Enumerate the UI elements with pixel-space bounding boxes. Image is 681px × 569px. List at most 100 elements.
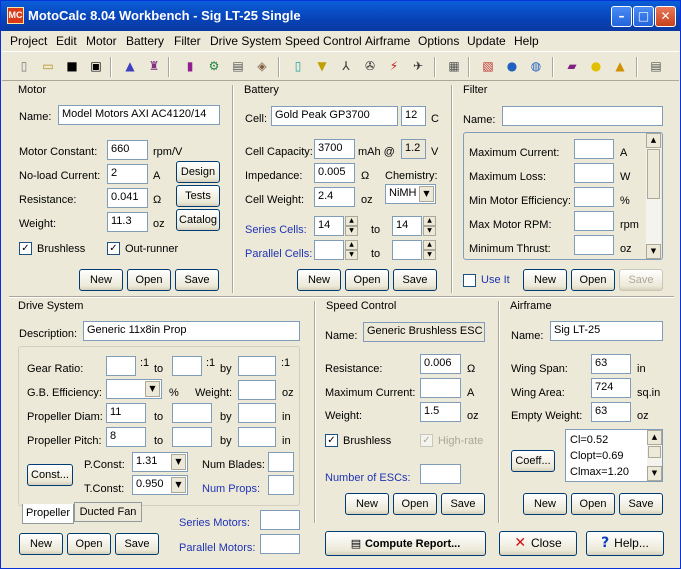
menu-help[interactable]: Help	[514, 34, 539, 48]
spin-down-icon[interactable]: ▼	[345, 226, 358, 236]
battery-icon[interactable]: ▯	[290, 58, 306, 74]
save-as-icon[interactable]: ▣	[88, 58, 104, 74]
esc-resistance-field[interactable]: 0.006	[420, 354, 461, 374]
tip-icon[interactable]: ●	[588, 58, 604, 74]
filter-new-button[interactable]: New	[523, 269, 567, 291]
tconst-dropdown[interactable]: 0.950 ▼	[132, 475, 188, 495]
impedance-field[interactable]: 0.005	[314, 163, 355, 183]
parallel-cells-to-field[interactable]	[392, 240, 422, 260]
exit-icon[interactable]: ▤	[648, 58, 664, 74]
filter-criteria-field[interactable]	[574, 163, 614, 183]
gear-ratio-field[interactable]	[106, 356, 136, 376]
scroll-up-icon[interactable]: ▲	[646, 133, 661, 148]
series-cells-from-field[interactable]: 14	[314, 216, 344, 236]
prop-diameter-by-field[interactable]	[238, 403, 276, 423]
filter-open-button[interactable]: Open	[571, 269, 615, 291]
menu-motor[interactable]: Motor	[86, 34, 117, 48]
filter-scrollbar[interactable]: ▲ ▼	[646, 133, 661, 259]
airplane-icon[interactable]: ✈	[410, 58, 426, 74]
coeff-button[interactable]: Coeff...	[511, 450, 555, 472]
wing-span-field[interactable]: 63	[591, 354, 631, 374]
airframe-save-button[interactable]: Save	[619, 493, 663, 515]
chevron-down-icon[interactable]: ▼	[419, 186, 434, 202]
airframe-new-button[interactable]: New	[523, 493, 567, 515]
spin-up-icon[interactable]: ▲	[423, 240, 436, 250]
motor-new-button[interactable]: New	[79, 269, 123, 291]
gear-ratio-to-field[interactable]	[172, 356, 202, 376]
new-doc-icon[interactable]: ▯	[16, 58, 32, 74]
battery-save-button[interactable]: Save	[393, 269, 437, 291]
esc-new-button[interactable]: New	[345, 493, 389, 515]
esc-open-button[interactable]: Open	[393, 493, 437, 515]
tab-ducted-fan[interactable]: Ducted Fan	[74, 502, 142, 522]
prop-pitch-by-field[interactable]	[238, 427, 276, 447]
cell-weight-field[interactable]: 2.4	[314, 187, 355, 207]
spin-down-icon[interactable]: ▼	[423, 250, 436, 260]
series-motors-field[interactable]	[260, 510, 300, 530]
menu-project[interactable]: Project	[10, 34, 47, 48]
battery-open-button[interactable]: Open	[345, 269, 389, 291]
series-cells-to-field[interactable]: 14	[392, 216, 422, 236]
minimize-button[interactable]: –	[611, 6, 632, 27]
gb-weight-field[interactable]	[238, 380, 276, 400]
filter-name-field[interactable]	[502, 106, 663, 126]
fan-icon[interactable]: ✇	[362, 58, 378, 74]
prop-diameter-field[interactable]: 11	[106, 403, 146, 423]
resistance-field[interactable]: 0.041	[107, 188, 148, 208]
use-it-checkbox[interactable]	[463, 274, 476, 287]
esc-brushless-checkbox[interactable]: ✓	[325, 434, 338, 447]
scroll-down-icon[interactable]: ▼	[647, 466, 662, 481]
spin-down-icon[interactable]: ▼	[345, 250, 358, 260]
motor-name-field[interactable]: Model Motors AXI AC4120/14	[58, 105, 220, 125]
noload-current-field[interactable]: 2	[107, 164, 148, 184]
parallel-cells-to-spinner[interactable]: ▲ ▼	[423, 240, 436, 260]
spin-up-icon[interactable]: ▲	[345, 216, 358, 226]
cell-capacity-field[interactable]: 3700	[314, 139, 355, 159]
menu-filter[interactable]: Filter	[174, 34, 201, 48]
esc-icon[interactable]: ⚡	[386, 58, 402, 74]
menu-airframe[interactable]: Airframe	[365, 34, 410, 48]
num-props-field[interactable]	[268, 475, 294, 495]
help-button[interactable]: ? Help...	[586, 531, 664, 556]
title-bar[interactable]: MC MotoCalc 8.04 Workbench - Sig LT-25 S…	[1, 1, 680, 31]
parallel-cells-from-spinner[interactable]: ▲ ▼	[345, 240, 358, 260]
globe2-icon[interactable]: ◍	[528, 58, 544, 74]
battery-pack-icon[interactable]: ▮	[182, 58, 198, 74]
chevron-down-icon[interactable]: ▼	[145, 381, 160, 397]
filter-criteria-field[interactable]	[574, 211, 614, 231]
high-rate-checkbox[interactable]: ✓	[420, 434, 433, 447]
spin-up-icon[interactable]: ▲	[423, 216, 436, 226]
menu-options[interactable]: Options	[418, 34, 459, 48]
gb-efficiency-dropdown[interactable]: ▼	[106, 379, 162, 399]
prop-diameter-to-field[interactable]	[172, 403, 212, 423]
filter-criteria-field[interactable]	[574, 235, 614, 255]
motor-constant-field[interactable]: 660	[107, 140, 148, 160]
motor-bench-icon[interactable]: ♜	[146, 58, 162, 74]
empty-weight-field[interactable]: 63	[591, 402, 631, 422]
report-icon[interactable]: ▦	[446, 58, 462, 74]
cell-voltage-field[interactable]: 1.2	[401, 139, 426, 159]
globe-icon[interactable]: ●	[504, 58, 520, 74]
menu-speed-control[interactable]: Speed Control	[285, 34, 362, 48]
chemistry-dropdown[interactable]: NiMH ▼	[385, 184, 436, 204]
pconst-dropdown[interactable]: 1.31 ▼	[132, 452, 188, 472]
warning-icon[interactable]: ▲	[612, 58, 628, 74]
num-blades-field[interactable]	[268, 452, 294, 472]
series-cells-to-spinner[interactable]: ▲ ▼	[423, 216, 436, 236]
menu-battery[interactable]: Battery	[126, 34, 164, 48]
brushless-checkbox[interactable]: ✓	[19, 242, 32, 255]
motor-design-button[interactable]: Design	[176, 161, 220, 183]
num-escs-field[interactable]	[420, 464, 461, 484]
graph-icon[interactable]: ▧	[480, 58, 496, 74]
prop-const-button[interactable]: Const...	[27, 464, 73, 486]
airframe-name-field[interactable]: Sig LT-25	[550, 321, 663, 341]
esc-name-field[interactable]: Generic Brushless ESC	[363, 322, 485, 342]
motor-open-button[interactable]: Open	[127, 269, 171, 291]
filter-icon[interactable]: ▼	[314, 58, 330, 74]
outrunner-checkbox[interactable]: ✓	[107, 242, 120, 255]
menu-edit[interactable]: Edit	[56, 34, 77, 48]
cell-name-field[interactable]: Gold Peak GP3700	[271, 106, 398, 126]
drive-save-button[interactable]: Save	[115, 533, 159, 555]
chevron-down-icon[interactable]: ▼	[171, 477, 186, 493]
scroll-up-icon[interactable]: ▲	[647, 430, 662, 445]
